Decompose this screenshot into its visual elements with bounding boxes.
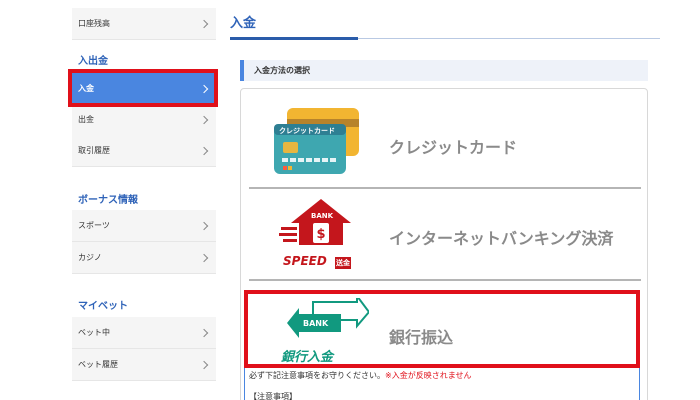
- sidebar-heading-deposit-withdraw: 入出金: [78, 56, 108, 67]
- method-label: クレジットカード: [389, 138, 518, 157]
- chevron-right-icon: [199, 328, 209, 338]
- notice-text: 必ず下記注意事項をお守りください。※入金が反映されません: [249, 370, 471, 381]
- title-divider: [358, 38, 660, 39]
- credit-card-icon: クレジットカード: [273, 107, 361, 183]
- method-label: 銀行振込: [389, 328, 454, 347]
- section-title: 入金方法の選択: [240, 60, 648, 81]
- chevron-right-icon: [199, 221, 209, 231]
- chevron-right-icon: [199, 360, 209, 370]
- sidebar-item-casino[interactable]: カジノ: [72, 242, 216, 274]
- method-internet-banking[interactable]: $ BANK SPEED 送金 インターネットバンキング決済: [249, 189, 641, 281]
- sidebar-item-label: 口座残高: [78, 19, 110, 28]
- bank-speed-icon: $ BANK SPEED 送金: [279, 197, 363, 277]
- speed-icon-sublabel: 送金: [336, 259, 350, 267]
- sidebar-heading-bonus: ボーナス情報: [78, 195, 138, 206]
- bank-icon-label: BANK: [311, 212, 334, 220]
- chevron-right-icon: [199, 146, 209, 156]
- sidebar-item-label: スポーツ: [78, 221, 110, 230]
- sidebar-item-deposit[interactable]: 入金: [72, 73, 216, 105]
- sidebar-item-label: 出金: [78, 115, 94, 124]
- credit-card-icon-label: クレジットカード: [279, 127, 335, 135]
- sidebar-item-open-bets[interactable]: ベット中: [72, 317, 216, 349]
- payment-methods-panel: クレジットカード クレジットカード $ BANK SPEED 送金 インターネッ…: [240, 88, 648, 400]
- sidebar-item-label: 入金: [78, 84, 94, 93]
- title-underline: [230, 37, 358, 40]
- sidebar-item-bet-history[interactable]: ベット履歴: [72, 349, 216, 381]
- chevron-right-icon: [199, 253, 209, 263]
- sidebar: 口座残高 入出金 入金 出金 取引履歴 ボーナス情報 スポーツ カジノ マイベッ…: [72, 0, 216, 400]
- sidebar-heading-mybet: マイベット: [78, 301, 128, 312]
- chevron-right-icon: [199, 19, 209, 29]
- sidebar-item-balance[interactable]: 口座残高: [72, 8, 216, 40]
- bank-transfer-icon-label: BANK: [303, 319, 329, 328]
- sidebar-item-withdraw[interactable]: 出金: [72, 104, 216, 136]
- sidebar-item-label: 取引履歴: [78, 146, 110, 155]
- bank-transfer-icon-sublabel: 銀行入金: [281, 350, 334, 365]
- svg-text:$: $: [316, 227, 325, 242]
- chevron-right-icon: [199, 84, 209, 94]
- speed-icon-label: SPEED: [283, 254, 327, 268]
- bank-transfer-icon: BANK 銀行入金: [281, 293, 371, 365]
- method-label: インターネットバンキング決済: [389, 229, 614, 248]
- sidebar-item-label: ベット履歴: [78, 360, 118, 369]
- sidebar-item-history[interactable]: 取引履歴: [72, 135, 216, 167]
- sidebar-item-sports[interactable]: スポーツ: [72, 210, 216, 242]
- notice-heading: 【注意事項】: [249, 392, 297, 400]
- chevron-right-icon: [199, 115, 209, 125]
- sidebar-item-label: カジノ: [78, 253, 102, 262]
- method-credit-card[interactable]: クレジットカード クレジットカード: [249, 97, 641, 189]
- notice-box: 必ず下記注意事項をお守りください。※入金が反映されません 【注意事項】: [244, 365, 640, 400]
- sidebar-item-label: ベット中: [78, 328, 110, 337]
- notice-text-main: 必ず下記注意事項をお守りください。: [249, 371, 385, 380]
- page-title: 入金: [230, 16, 257, 31]
- notice-warning: ※入金が反映されません: [385, 371, 472, 380]
